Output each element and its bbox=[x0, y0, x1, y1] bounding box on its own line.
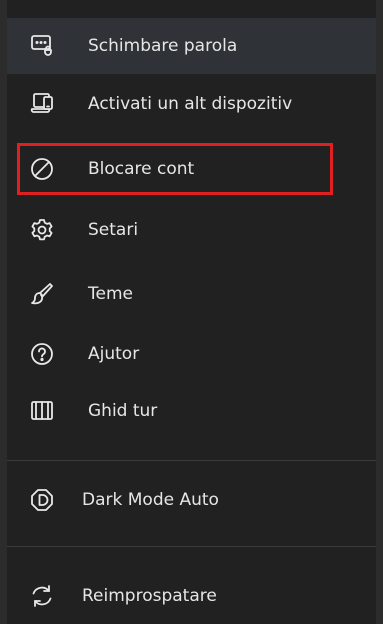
menu-item-themes[interactable]: Teme bbox=[7, 266, 376, 322]
book-icon bbox=[28, 397, 56, 425]
account-menu: Schimbare parola Activati un alt dispozi… bbox=[0, 0, 383, 624]
password-dialog-icon bbox=[28, 32, 56, 60]
gear-icon bbox=[28, 216, 56, 244]
menu-item-label: Dark Mode Auto bbox=[82, 490, 219, 510]
dark-mode-icon bbox=[28, 486, 56, 514]
menu-item-label: Ajutor bbox=[88, 344, 140, 364]
brush-icon bbox=[28, 280, 56, 308]
menu-item-dark-mode-auto[interactable]: Dark Mode Auto bbox=[7, 472, 376, 528]
menu-item-label: Setari bbox=[88, 220, 139, 240]
menu-item-activate-device[interactable]: Activati un alt dispozitiv bbox=[7, 76, 376, 132]
menu-item-tour-guide[interactable]: Ghid tur bbox=[7, 383, 376, 439]
help-icon bbox=[28, 340, 56, 368]
menu-item-settings[interactable]: Setari bbox=[7, 202, 376, 258]
menu-item-label: Blocare cont bbox=[88, 159, 195, 179]
menu-item-label: Ghid tur bbox=[88, 401, 158, 421]
menu-item-label: Schimbare parola bbox=[88, 36, 238, 56]
devices-icon bbox=[28, 90, 56, 118]
menu-item-block-account[interactable]: Blocare cont bbox=[7, 141, 376, 197]
menu-item-label: Activati un alt dispozitiv bbox=[88, 94, 293, 114]
menu-item-help[interactable]: Ajutor bbox=[7, 326, 376, 382]
refresh-icon bbox=[28, 582, 56, 610]
menu-item-refresh[interactable]: Reimprospatare bbox=[7, 568, 376, 624]
menu-divider bbox=[7, 546, 376, 547]
block-icon bbox=[28, 155, 56, 183]
menu-item-label: Reimprospatare bbox=[82, 586, 217, 606]
menu-item-change-password[interactable]: Schimbare parola bbox=[7, 18, 376, 74]
menu-item-label: Teme bbox=[88, 284, 133, 304]
menu-divider bbox=[7, 460, 376, 461]
